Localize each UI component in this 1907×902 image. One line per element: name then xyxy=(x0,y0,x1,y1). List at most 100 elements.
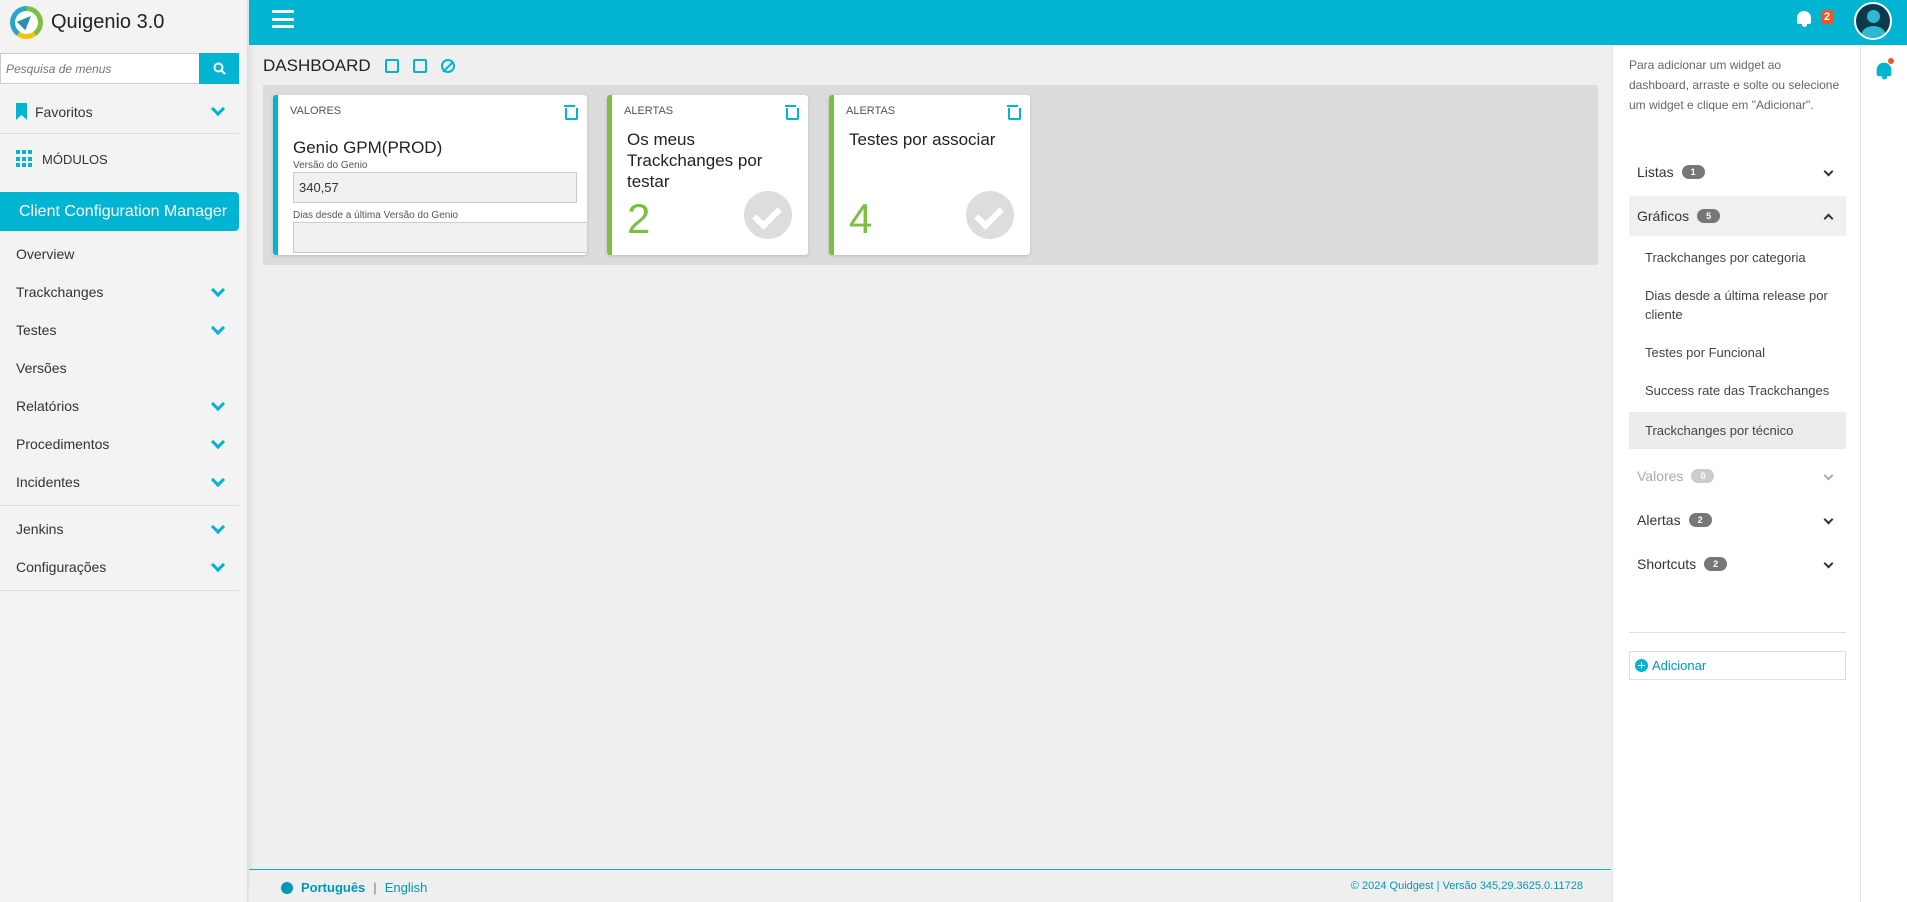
section-label: Alertas xyxy=(1637,512,1681,528)
lang-english-link[interactable]: English xyxy=(385,880,428,895)
sidebar-item-label: Configurações xyxy=(16,559,107,575)
cancel-icon[interactable] xyxy=(440,59,455,73)
search-input[interactable] xyxy=(0,53,199,84)
modules-label: MÓDULOS xyxy=(42,151,108,167)
plus-circle-icon xyxy=(1635,659,1648,672)
add-widget-button[interactable]: Adicionar xyxy=(1629,651,1846,680)
check-circle-icon xyxy=(744,191,792,239)
add-widget-label: Adicionar xyxy=(1652,658,1707,673)
widget-item-selected[interactable]: Trackchanges por técnico xyxy=(1629,412,1846,449)
chevron-down-icon xyxy=(210,519,226,534)
section-valores[interactable]: Valores 0 xyxy=(1629,456,1846,496)
section-shortcuts[interactable]: Shortcuts 2 xyxy=(1629,544,1846,584)
section-listas[interactable]: Listas 1 xyxy=(1629,152,1846,192)
chevron-down-icon xyxy=(210,101,226,117)
bookmark-icon xyxy=(16,103,27,120)
sidebar-item[interactable]: Versões xyxy=(0,349,247,387)
field-label: Versão do Genio xyxy=(293,160,368,171)
user-avatar[interactable] xyxy=(1854,2,1892,40)
chevron-up-icon xyxy=(1823,213,1834,224)
section-label: Valores xyxy=(1637,468,1684,484)
count-badge: 0 xyxy=(1691,469,1715,483)
lang-portugues-link[interactable]: Português xyxy=(301,880,365,895)
widget-item[interactable]: Dias desde a última release por cliente xyxy=(1629,277,1846,333)
sidebar-item-label: Jenkins xyxy=(16,521,64,537)
sidebar-item[interactable]: Jenkins xyxy=(0,510,247,548)
notification-bell-icon[interactable] xyxy=(1875,62,1894,81)
globe-icon xyxy=(281,881,293,894)
brand[interactable]: Quigenio 3.0 xyxy=(0,0,247,44)
sidebar-item[interactable]: Overview xyxy=(0,235,247,273)
chevron-down-icon xyxy=(210,396,226,411)
language-switcher: Português | English xyxy=(281,880,427,895)
sidebar-item-label: Overview xyxy=(16,246,75,262)
page-title: DASHBOARD xyxy=(263,56,371,75)
widget-card-alertas[interactable]: ALERTAS Os meus Trackchanges por testar … xyxy=(607,95,808,255)
copyright: © 2024 Quidgest | Versão 345,29.3625.0.1… xyxy=(1350,880,1583,892)
sidebar-modules[interactable]: MÓDULOS xyxy=(0,134,247,184)
chevron-down-icon xyxy=(210,557,226,572)
section-graficos[interactable]: Gráficos 5 xyxy=(1629,196,1846,236)
sidebar-item-label: Procedimentos xyxy=(16,436,110,452)
notifications-bell-icon[interactable] xyxy=(1795,10,1813,28)
sidebar-item-label: Relatórios xyxy=(16,398,80,414)
sidebar-item[interactable]: Procedimentos xyxy=(0,425,247,463)
sidebar-item[interactable]: Configurações xyxy=(0,548,247,586)
widget-item[interactable]: Success rate das Trackchanges xyxy=(1629,372,1846,409)
chevron-down-icon xyxy=(210,282,226,297)
sidebar-item[interactable]: Testes xyxy=(0,311,247,349)
sidebar-menu-secondary: Jenkins Configurações xyxy=(0,506,247,586)
sidebar-item[interactable]: Trackchanges xyxy=(0,273,247,311)
trash-icon[interactable] xyxy=(1007,105,1021,120)
footer: Português | English © 2024 Quidgest | Ve… xyxy=(249,869,1611,902)
chevron-down-icon xyxy=(210,472,226,487)
card-accent-bar xyxy=(829,95,834,255)
chevron-down-icon xyxy=(210,320,226,335)
top-bar: 2 xyxy=(249,0,1907,45)
dashboard-header: DASHBOARD xyxy=(263,56,455,76)
section-label: Listas xyxy=(1637,164,1674,180)
hamburger-menu-icon[interactable] xyxy=(272,10,294,28)
app-title: Quigenio 3.0 xyxy=(51,10,165,33)
layout-icon[interactable] xyxy=(384,59,399,73)
card-accent-bar xyxy=(273,95,278,255)
field-label: Dias desde a última Versão do Genio xyxy=(293,210,459,221)
divider xyxy=(1629,632,1846,633)
card-type: VALORES xyxy=(290,105,342,117)
count-badge: 5 xyxy=(1697,209,1721,223)
favorites-label: Favoritos xyxy=(35,103,93,120)
sidebar-item-label: Testes xyxy=(16,322,57,338)
chevron-down-icon xyxy=(1823,166,1834,177)
trash-icon[interactable] xyxy=(785,105,799,120)
card-accent-bar xyxy=(607,95,612,255)
count-badge: 2 xyxy=(1688,513,1712,527)
widget-card-alertas[interactable]: ALERTAS Testes por associar 4 xyxy=(829,95,1030,255)
active-module-button[interactable]: Client Configuration Manager xyxy=(0,192,239,231)
widget-item[interactable]: Testes por Funcional xyxy=(1629,334,1846,371)
sidebar-item[interactable]: Incidentes xyxy=(0,463,247,501)
sidebar-item[interactable]: Relatórios xyxy=(0,387,247,425)
modules-grid-icon xyxy=(16,150,34,168)
chevron-down-icon xyxy=(210,434,226,449)
count-badge: 1 xyxy=(1681,165,1705,179)
quigenio-logo-icon xyxy=(10,5,43,39)
trash-icon[interactable] xyxy=(564,105,578,120)
sidebar-favorites[interactable]: Favoritos xyxy=(0,90,247,133)
card-type: ALERTAS xyxy=(624,105,674,117)
widget-panel: Para adicionar um widget ao dashboard, a… xyxy=(1612,45,1860,902)
right-toolbar xyxy=(1860,45,1907,902)
widget-card-valores[interactable]: VALORES Genio GPM(PROD) Versão do Genio … xyxy=(273,95,587,255)
notification-dot xyxy=(1888,58,1894,64)
sidebar: Quigenio 3.0 Favoritos MÓDULOS Client Co… xyxy=(0,0,248,902)
alert-count: 4 xyxy=(849,195,873,242)
check-circle-icon xyxy=(966,191,1014,239)
sidebar-menu: Overview Trackchanges Testes Versões Relatór… xyxy=(0,231,247,501)
search-button[interactable] xyxy=(199,53,239,84)
section-alertas[interactable]: Alertas 2 xyxy=(1629,500,1846,540)
lang-separator: | xyxy=(373,880,377,895)
save-icon[interactable] xyxy=(412,59,427,73)
chevron-down-icon xyxy=(1823,558,1834,569)
count-badge: 2 xyxy=(1704,557,1728,571)
widget-item[interactable]: Trackchanges por categoria xyxy=(1629,239,1846,276)
sidebar-item-label: Trackchanges xyxy=(16,284,104,300)
